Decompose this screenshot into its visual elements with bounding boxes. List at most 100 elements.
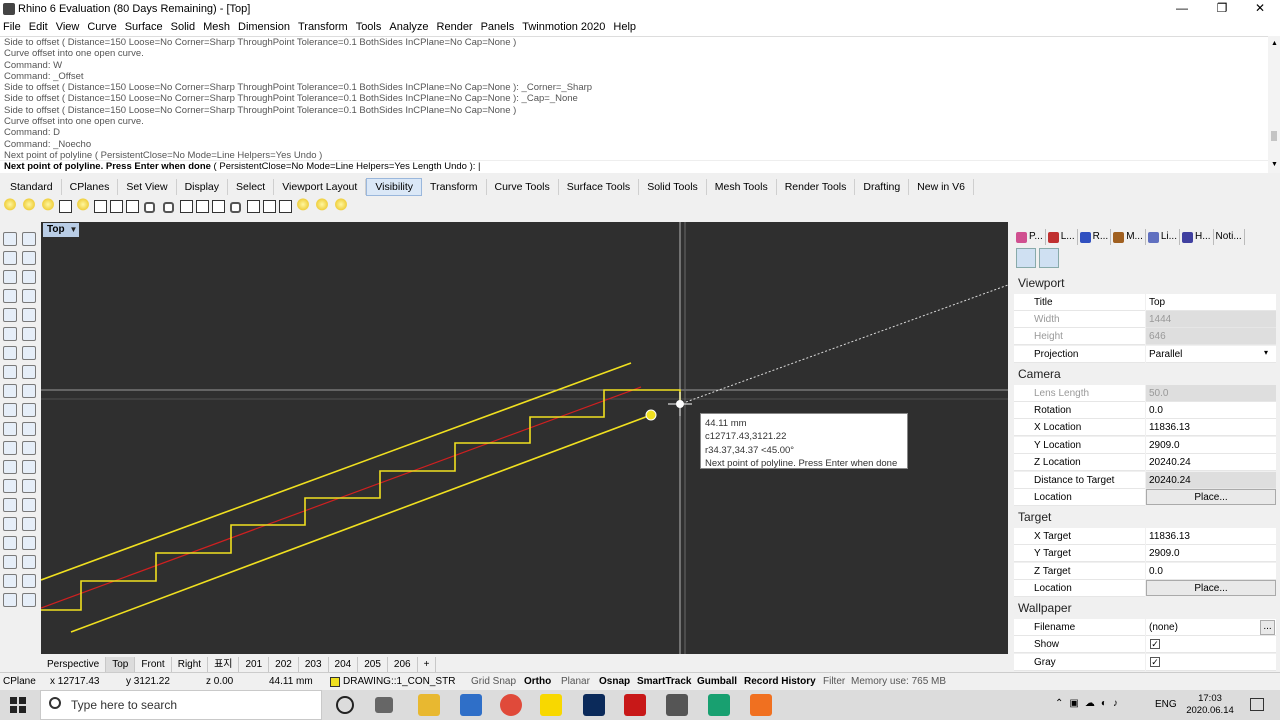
- surface-tool-icon[interactable]: [3, 327, 17, 341]
- menu-twinmotion[interactable]: Twinmotion 2020: [519, 21, 610, 33]
- planar-toggle[interactable]: Planar: [561, 675, 590, 689]
- filter-toggle[interactable]: Filter: [823, 675, 845, 689]
- input-language[interactable]: ENG: [1155, 699, 1177, 710]
- current-layer[interactable]: DRAWING::1_CON_STR: [343, 675, 455, 689]
- taskbar-clock[interactable]: 17:03 2020.06.14: [1180, 691, 1240, 719]
- viewport-title[interactable]: Top: [43, 223, 69, 237]
- layer-color-swatch[interactable]: [330, 677, 340, 687]
- solid-tool-icon[interactable]: [22, 346, 36, 360]
- circle-tool-icon[interactable]: [3, 270, 17, 284]
- projection-select[interactable]: Parallel: [1146, 346, 1276, 363]
- smarttrack-toggle[interactable]: SmartTrack: [637, 675, 691, 689]
- prop-value[interactable]: ✓: [1146, 636, 1276, 653]
- rhino-taskbar-icon[interactable]: [666, 694, 688, 716]
- panel-tab-help[interactable]: H...: [1180, 229, 1214, 245]
- block-tool-icon[interactable]: [22, 574, 36, 588]
- menu-dimension[interactable]: Dimension: [235, 21, 295, 33]
- trim-tool-icon[interactable]: [22, 384, 36, 398]
- vp-tab-front[interactable]: Front: [135, 656, 172, 672]
- file-explorer-icon[interactable]: [418, 694, 440, 716]
- scroll-up-icon[interactable]: ▲: [1271, 40, 1278, 47]
- show-all-icon[interactable]: [75, 198, 91, 214]
- panel-tab-properties[interactable]: P...: [1014, 229, 1046, 245]
- polyline-point[interactable]: [645, 409, 657, 421]
- disable-clipping-icon[interactable]: [279, 199, 292, 213]
- panel-tab-materials[interactable]: M...: [1111, 229, 1146, 245]
- command-history[interactable]: Side to offset ( Distance=150 Loose=No C…: [0, 36, 1280, 160]
- tab-cplanes[interactable]: CPlanes: [62, 179, 119, 195]
- prop-value[interactable]: (none): [1146, 619, 1276, 636]
- lower-offset-curve[interactable]: [70, 414, 652, 633]
- hide-swap-icon[interactable]: [59, 199, 72, 213]
- menu-file[interactable]: File: [0, 21, 26, 33]
- menu-mesh[interactable]: Mesh: [200, 21, 235, 33]
- vp-tab-right[interactable]: Right: [172, 656, 209, 672]
- hide-lights-icon[interactable]: [314, 198, 330, 214]
- ortho-toggle[interactable]: Ortho: [524, 675, 551, 689]
- acrobat-icon[interactable]: [624, 694, 646, 716]
- gray-checkbox[interactable]: ✓: [1150, 657, 1160, 667]
- close-button[interactable]: ✕: [1240, 0, 1280, 18]
- prop-z-target[interactable]: Z Target 0.0: [1014, 563, 1276, 580]
- app-icon[interactable]: [708, 694, 730, 716]
- camera-place-button[interactable]: Place...: [1146, 489, 1276, 505]
- lock-icon[interactable]: [144, 202, 155, 213]
- hatch-tool-icon[interactable]: [22, 479, 36, 493]
- point-tool-icon[interactable]: [22, 232, 36, 246]
- box-tool-icon[interactable]: [3, 346, 17, 360]
- prop-x-location[interactable]: X Location 11836.13: [1014, 419, 1276, 436]
- prop-y-target[interactable]: Y Target 2909.0: [1014, 545, 1276, 562]
- cortana-icon[interactable]: [336, 696, 354, 714]
- prop-rotation[interactable]: Rotation 0.0: [1014, 402, 1276, 419]
- chevron-down-icon[interactable]: ▾: [1264, 348, 1268, 357]
- mail-icon[interactable]: [460, 694, 482, 716]
- chevron-down-icon[interactable]: ▼: [68, 223, 79, 237]
- command-scrollbar[interactable]: ▲ ▼: [1268, 36, 1280, 173]
- rectangle-tool-icon[interactable]: [22, 289, 36, 303]
- move-tool-icon[interactable]: [22, 403, 36, 417]
- taskbar-search[interactable]: Type here to search: [40, 690, 322, 720]
- show-objects-icon[interactable]: [2, 198, 18, 214]
- grid-tool-icon[interactable]: [22, 536, 36, 550]
- clipping-plane-icon[interactable]: [247, 199, 260, 213]
- scroll-thumb[interactable]: [1271, 131, 1277, 141]
- chrome-icon[interactable]: [500, 694, 522, 716]
- tab-curve-tools[interactable]: Curve Tools: [487, 179, 559, 195]
- prop-value[interactable]: 0.0: [1146, 563, 1276, 580]
- maximize-button[interactable]: ❐: [1202, 0, 1242, 18]
- arc-tool-icon[interactable]: [22, 270, 36, 284]
- tab-visibility[interactable]: Visibility: [366, 178, 423, 196]
- photoshop-icon[interactable]: [583, 694, 605, 716]
- command-prompt[interactable]: Next point of polyline. Press Enter when…: [0, 160, 1270, 173]
- menu-help[interactable]: Help: [610, 21, 641, 33]
- system-tray-icons[interactable]: ⌃▣☁◐♪: [1055, 698, 1124, 709]
- grid-snap-toggle[interactable]: Grid Snap: [471, 675, 516, 689]
- group-tool-icon[interactable]: [3, 574, 17, 588]
- menu-analyze[interactable]: Analyze: [386, 21, 433, 33]
- prop-y-location[interactable]: Y Location 2909.0: [1014, 437, 1276, 454]
- prop-gray[interactable]: Gray ✓: [1014, 654, 1276, 671]
- vp-tab-top[interactable]: Top: [106, 656, 136, 672]
- record-history-toggle[interactable]: Record History: [744, 675, 816, 689]
- prop-value[interactable]: 11836.13: [1146, 419, 1276, 436]
- snap-tool-icon[interactable]: [3, 555, 17, 569]
- menu-solid[interactable]: Solid: [168, 21, 200, 33]
- extrude-tool-icon[interactable]: [22, 327, 36, 341]
- tab-new-in-v6[interactable]: New in V6: [909, 179, 975, 195]
- unisolate-icon[interactable]: [110, 199, 123, 213]
- cplane-label[interactable]: CPlane: [3, 675, 36, 689]
- split-tool-icon[interactable]: [3, 403, 17, 417]
- select-tool-icon[interactable]: [3, 232, 17, 246]
- prop-value[interactable]: 2909.0: [1146, 437, 1276, 454]
- show-lights-icon[interactable]: [295, 198, 311, 214]
- prop-title[interactable]: Title Top: [1014, 294, 1276, 311]
- vp-tab-205[interactable]: 205: [358, 656, 388, 672]
- panel-tab-libraries[interactable]: Li...: [1146, 229, 1180, 245]
- dimension-tool-icon[interactable]: [22, 460, 36, 474]
- notifications-icon[interactable]: [1250, 698, 1264, 711]
- boolean-tool-icon[interactable]: [22, 365, 36, 379]
- mirror-tool-icon[interactable]: [22, 441, 36, 455]
- menu-tools[interactable]: Tools: [353, 21, 387, 33]
- isolate-icon[interactable]: [94, 199, 107, 213]
- vp-tab-201[interactable]: 201: [239, 656, 270, 672]
